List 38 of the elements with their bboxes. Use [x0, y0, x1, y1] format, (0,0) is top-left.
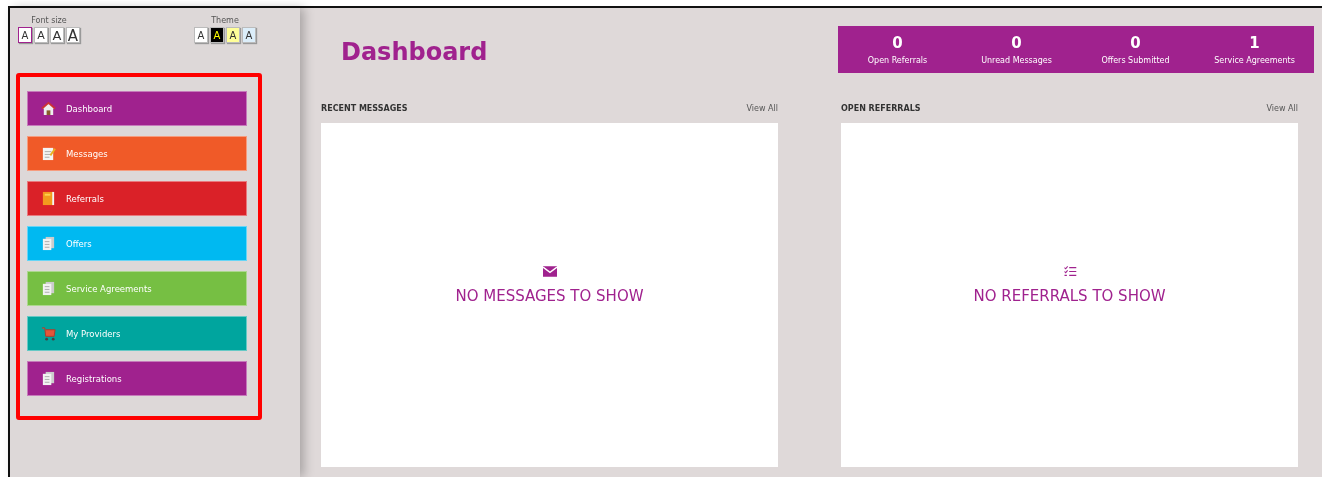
font-size-label: Font size	[31, 16, 67, 25]
stat-label: Unread Messages	[981, 56, 1052, 65]
font-size-option[interactable]: A	[66, 27, 80, 43]
empty-message: NO MESSAGES TO SHOW	[455, 286, 644, 305]
empty-message: NO REFERRALS TO SHOW	[973, 286, 1166, 305]
nav-item[interactable]: Messages	[27, 136, 247, 171]
font-size-option[interactable]: A	[50, 27, 64, 43]
theme-option[interactable]: A	[210, 27, 224, 43]
nav-item[interactable]: Referrals	[27, 181, 247, 216]
stat-value: 0	[1130, 34, 1141, 52]
stat-value: 1	[1249, 34, 1260, 52]
nav-item[interactable]: Dashboard	[27, 91, 247, 126]
envelope-icon	[542, 265, 557, 277]
panel-title: OPEN REFERRALS	[841, 103, 921, 113]
book-icon	[41, 191, 56, 206]
stat-label: Open Referrals	[867, 56, 928, 65]
theme-label: Theme	[211, 16, 239, 25]
stat-value: 0	[1011, 34, 1022, 52]
documents-icon	[41, 236, 56, 251]
checklist-icon	[1062, 265, 1077, 277]
house-icon	[41, 101, 56, 116]
view-all-link[interactable]: View All	[1266, 103, 1298, 113]
page-title: Dashboard	[341, 38, 488, 66]
documents-icon	[41, 281, 56, 296]
stat-label: Service Agreements	[1214, 56, 1295, 65]
nav-item[interactable]: Registrations	[27, 361, 247, 396]
stat-value: 0	[892, 34, 903, 52]
theme-option[interactable]: A	[242, 27, 256, 43]
panel-title: RECENT MESSAGES	[321, 103, 408, 113]
documents-icon	[41, 371, 56, 386]
view-all-link[interactable]: View All	[746, 103, 778, 113]
theme-option[interactable]: A	[194, 27, 208, 43]
cart-icon	[41, 326, 56, 341]
notepad-icon	[41, 146, 56, 161]
theme-option[interactable]: A	[226, 27, 240, 43]
stat-label: Offers Submitted	[1101, 56, 1170, 65]
font-size-option[interactable]: A	[34, 27, 48, 43]
font-size-option[interactable]: A	[18, 27, 32, 43]
